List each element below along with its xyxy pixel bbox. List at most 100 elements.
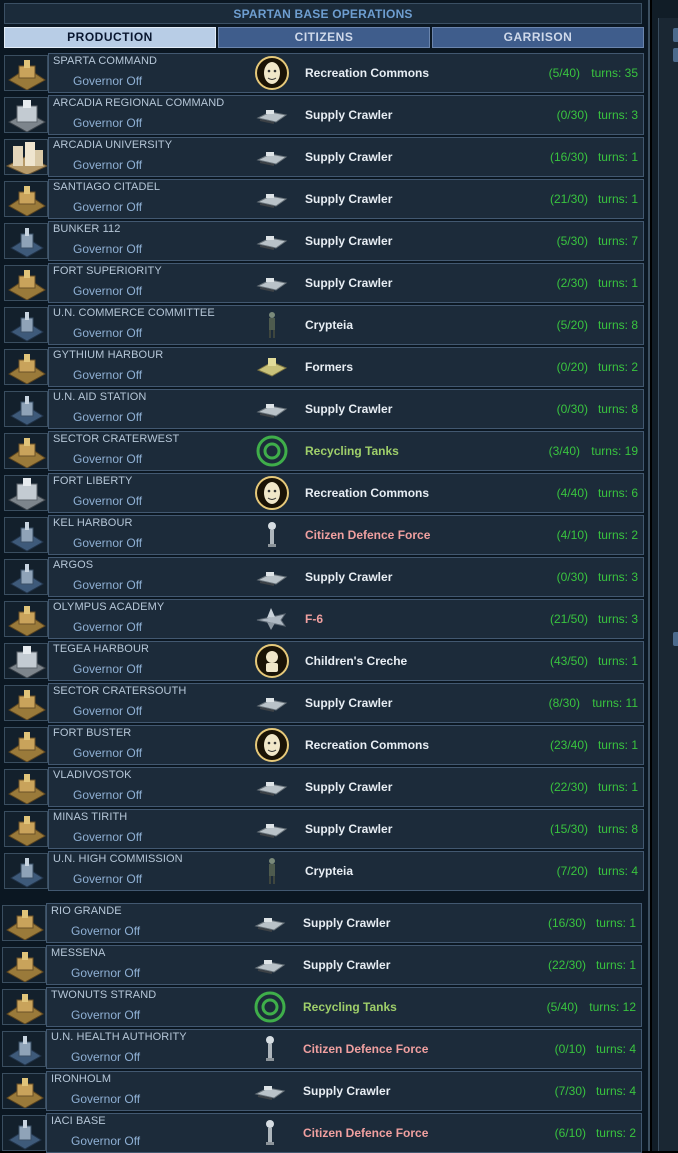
tab-citizens[interactable]: CITIZENS [218,27,430,48]
base-name[interactable]: SECTOR CRATERWEST [53,433,179,445]
production-item[interactable]: F-6 [305,612,323,626]
base-icon[interactable] [4,307,48,343]
governor-status[interactable]: Governor Off [73,242,142,256]
recycle-icon[interactable] [250,989,290,1025]
base-icon[interactable] [4,475,48,511]
production-item[interactable]: Crypteia [305,318,353,332]
base-row[interactable]: U.N. AID STATION Governor Off Supply Crawl… [2,389,644,429]
base-row[interactable]: SPARTA COMMAND Governor Off Recreation Com… [2,53,644,93]
production-item[interactable]: Citizen Defence Force [303,1126,428,1140]
production-item[interactable]: Supply Crawler [305,192,392,206]
crawler-icon[interactable] [252,181,292,217]
face-icon[interactable] [252,475,292,511]
probe-icon[interactable] [250,1115,290,1151]
production-item[interactable]: Supply Crawler [305,780,392,794]
crawler-icon[interactable] [252,769,292,805]
production-item[interactable]: Supply Crawler [305,234,392,248]
governor-status[interactable]: Governor Off [73,410,142,424]
probe-icon[interactable] [252,517,292,553]
base-row[interactable]: MESSENA Governor Off Supply Crawler (22/30)… [0,945,642,985]
base-name[interactable]: SECTOR CRATERSOUTH [53,685,186,697]
crawler-icon[interactable] [252,811,292,847]
base-icon[interactable] [4,139,48,175]
base-row[interactable]: FORT SUPERIORITY Governor Off Supply Crawl… [2,263,644,303]
governor-status[interactable]: Governor Off [73,158,142,172]
side-panel-handle-mid[interactable] [673,632,678,646]
jet-icon[interactable] [252,601,292,637]
side-panel-handle-top[interactable] [673,28,678,42]
base-row[interactable]: KEL HARBOUR Governor Off Citizen Defence F… [2,515,644,555]
face-icon[interactable] [252,55,292,91]
base-name[interactable]: BUNKER 112 [53,223,120,235]
governor-status[interactable]: Governor Off [73,326,142,340]
creche-icon[interactable] [252,643,292,679]
base-icon[interactable] [2,1031,46,1067]
base-name[interactable]: U.N. AID STATION [53,391,146,403]
base-icon[interactable] [4,265,48,301]
base-row[interactable]: GYTHIUM HARBOUR Governor Off Formers (0/20)… [2,347,644,387]
base-icon[interactable] [4,391,48,427]
base-icon[interactable] [4,685,48,721]
crawler-icon[interactable] [250,947,290,983]
base-icon[interactable] [4,601,48,637]
governor-status[interactable]: Governor Off [73,494,142,508]
crawler-icon[interactable] [252,391,292,427]
governor-status[interactable]: Governor Off [73,368,142,382]
governor-status[interactable]: Governor Off [71,1134,140,1148]
governor-status[interactable]: Governor Off [73,620,142,634]
production-item[interactable]: Citizen Defence Force [303,1042,428,1056]
base-row[interactable]: OLYMPUS ACADEMY Governor Off F-6 (21/50) tur… [2,599,644,639]
base-name[interactable]: MINAS TIRITH [53,811,127,823]
crawler-icon[interactable] [252,559,292,595]
base-name[interactable]: IRONHOLM [51,1073,111,1085]
governor-status[interactable]: Governor Off [71,1008,140,1022]
base-name[interactable]: ARCADIA UNIVERSITY [53,139,172,151]
crawler-icon[interactable] [252,139,292,175]
base-icon[interactable] [4,349,48,385]
base-icon[interactable] [4,643,48,679]
crawler-icon[interactable] [252,97,292,133]
base-icon[interactable] [2,1073,46,1109]
production-item[interactable]: Supply Crawler [305,570,392,584]
production-item[interactable]: Crypteia [305,864,353,878]
base-row[interactable]: MINAS TIRITH Governor Off Supply Crawler (1… [2,809,644,849]
base-icon[interactable] [2,905,46,941]
base-row[interactable]: VLADIVOSTOK Governor Off Supply Crawler (22… [2,767,644,807]
production-item[interactable]: Supply Crawler [303,1084,390,1098]
base-row[interactable]: IRONHOLM Governor Off Supply Crawler (7/30)… [0,1071,642,1111]
crawler-icon[interactable] [252,685,292,721]
base-row[interactable]: ARCADIA UNIVERSITY Governor Off Supply Cra… [2,137,644,177]
base-icon[interactable] [4,853,48,889]
production-item[interactable]: Recreation Commons [305,738,429,752]
base-name[interactable]: RIO GRANDE [51,905,122,917]
base-icon[interactable] [4,517,48,553]
production-item[interactable]: Supply Crawler [303,916,390,930]
soldier-icon[interactable] [252,853,292,889]
governor-status[interactable]: Governor Off [73,746,142,760]
base-name[interactable]: KEL HARBOUR [53,517,133,529]
production-item[interactable]: Recreation Commons [305,66,429,80]
governor-status[interactable]: Governor Off [71,966,140,980]
base-row[interactable]: FORT LIBERTY Governor Off Recreation Commo… [2,473,644,513]
base-icon[interactable] [4,223,48,259]
base-row[interactable]: TWONUTS STRAND Governor Off Recycling Tank… [0,987,642,1027]
base-icon[interactable] [2,947,46,983]
production-item[interactable]: Recreation Commons [305,486,429,500]
base-row[interactable]: IACI BASE Governor Off Citizen Defence For… [0,1113,642,1153]
production-item[interactable]: Formers [305,360,353,374]
base-row[interactable]: RIO GRANDE Governor Off Supply Crawler (16/… [0,903,642,943]
crawler-icon[interactable] [252,223,292,259]
governor-status[interactable]: Governor Off [73,116,142,130]
base-name[interactable]: SPARTA COMMAND [53,55,157,67]
base-name[interactable]: ARCADIA REGIONAL COMMAND [53,97,224,109]
governor-status[interactable]: Governor Off [73,74,142,88]
governor-status[interactable]: Governor Off [73,704,142,718]
production-item[interactable]: Supply Crawler [305,402,392,416]
production-item[interactable]: Supply Crawler [305,108,392,122]
base-row[interactable]: SECTOR CRATERWEST Governor Off Recycling T… [2,431,644,471]
base-row[interactable]: ARCADIA REGIONAL COMMAND Governor Off Supp… [2,95,644,135]
base-name[interactable]: FORT SUPERIORITY [53,265,162,277]
governor-status[interactable]: Governor Off [73,536,142,550]
base-icon[interactable] [4,55,48,91]
production-item[interactable]: Supply Crawler [305,150,392,164]
